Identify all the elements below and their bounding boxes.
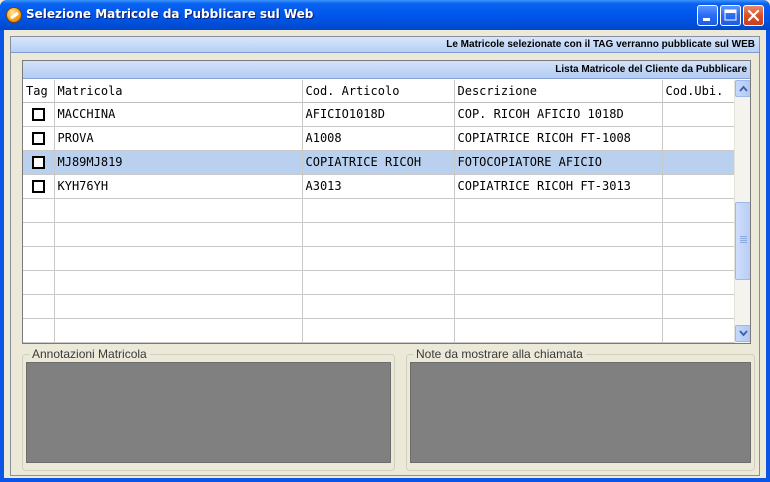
matricola-cell[interactable]: MACCHINA xyxy=(54,102,303,127)
tag-checkbox[interactable] xyxy=(31,132,45,145)
app-icon[interactable] xyxy=(6,7,22,23)
tag-cell[interactable] xyxy=(23,102,55,127)
matricola-cell[interactable]: KYH76YH xyxy=(54,174,303,199)
cod-articolo-cell[interactable]: A3013 xyxy=(302,174,455,199)
matricole-table: Tag Matricola Cod. Articolo Descrizione … xyxy=(23,80,735,343)
empty-row[interactable] xyxy=(23,294,735,319)
descrizione-cell[interactable]: FOTOCOPIATORE AFICIO xyxy=(454,150,663,175)
empty-row[interactable] xyxy=(23,246,735,271)
annotazioni-textarea[interactable] xyxy=(26,362,391,463)
column-header-matricola[interactable]: Matricola xyxy=(54,80,303,103)
empty-row[interactable] xyxy=(23,222,735,247)
cod-articolo-cell[interactable]: COPIATRICE RICOH xyxy=(302,150,455,175)
tag-checkbox[interactable] xyxy=(31,180,45,193)
column-header-tag[interactable]: Tag xyxy=(23,80,55,103)
grid-caption: Lista Matricole del Cliente da Pubblicar… xyxy=(23,61,750,79)
cod-articolo-cell[interactable]: A1008 xyxy=(302,126,455,151)
descrizione-cell[interactable]: COP. RICOH AFICIO 1018D xyxy=(454,102,663,127)
cod-ubi-cell[interactable] xyxy=(662,102,735,127)
vertical-scrollbar[interactable] xyxy=(734,80,750,343)
close-icon xyxy=(747,9,760,22)
column-header-cod-ubi[interactable]: Cod.Ubi. xyxy=(662,80,735,103)
descrizione-cell[interactable]: COPIATRICE RICOH FT-1008 xyxy=(454,126,663,151)
tag-cell[interactable] xyxy=(23,150,55,175)
app-window: Selezione Matricole da Pubblicare sul We… xyxy=(0,0,770,482)
annotazioni-group: Annotazioni Matricola xyxy=(22,347,395,471)
cod-articolo-cell[interactable]: AFICIO1018D xyxy=(302,102,455,127)
chevron-down-icon xyxy=(739,330,748,337)
empty-row[interactable] xyxy=(23,198,735,223)
scroll-thumb[interactable] xyxy=(735,202,750,280)
tag-cell[interactable] xyxy=(23,126,55,151)
matricola-cell[interactable]: PROVA xyxy=(54,126,303,151)
minimize-button[interactable] xyxy=(697,5,718,26)
table-header-row: Tag Matricola Cod. Articolo Descrizione … xyxy=(23,80,735,103)
chevron-up-icon xyxy=(739,85,748,92)
window-title: Selezione Matricole da Pubblicare sul We… xyxy=(26,7,314,21)
tag-cell[interactable] xyxy=(23,174,55,199)
table-row[interactable]: KYH76YH A3013 COPIATRICE RICOH FT-3013 xyxy=(23,174,735,199)
note-chiamata-group: Note da mostrare alla chiamata xyxy=(406,347,755,471)
info-bar: Le Matricole selezionate con il TAG verr… xyxy=(11,37,759,53)
table-row[interactable]: PROVA A1008 COPIATRICE RICOH FT-1008 xyxy=(23,126,735,151)
matricola-cell[interactable]: MJ89MJ819 xyxy=(54,150,303,175)
maximize-icon xyxy=(724,9,737,21)
table-row[interactable]: MACCHINA AFICIO1018D COP. RICOH AFICIO 1… xyxy=(23,102,735,127)
tag-checkbox[interactable] xyxy=(31,108,45,121)
cod-ubi-cell[interactable] xyxy=(662,150,735,175)
descrizione-cell[interactable]: COPIATRICE RICOH FT-3013 xyxy=(454,174,663,199)
empty-row[interactable] xyxy=(23,270,735,295)
matricole-grid: Lista Matricole del Cliente da Pubblicar… xyxy=(22,60,751,344)
maximize-button[interactable] xyxy=(720,5,741,26)
scroll-up-button[interactable] xyxy=(735,80,750,97)
column-header-descrizione[interactable]: Descrizione xyxy=(454,80,663,103)
close-button[interactable] xyxy=(743,5,764,26)
title-bar[interactable]: Selezione Matricole da Pubblicare sul We… xyxy=(0,0,770,30)
scroll-down-button[interactable] xyxy=(735,325,750,342)
minimize-icon xyxy=(703,18,710,21)
main-panel: Le Matricole selezionate con il TAG verr… xyxy=(10,36,760,476)
cod-ubi-cell[interactable] xyxy=(662,126,735,151)
annotazioni-label: Annotazioni Matricola xyxy=(29,347,150,361)
note-chiamata-textarea[interactable] xyxy=(410,362,751,463)
tag-checkbox[interactable] xyxy=(31,156,45,169)
table-row-selected[interactable]: MJ89MJ819 COPIATRICE RICOH FOTOCOPIATORE… xyxy=(23,150,735,175)
cod-ubi-cell[interactable] xyxy=(662,174,735,199)
window-client: Le Matricole selezionate con il TAG verr… xyxy=(4,30,766,478)
empty-row[interactable] xyxy=(23,318,735,343)
note-chiamata-label: Note da mostrare alla chiamata xyxy=(413,347,586,361)
column-header-cod-articolo[interactable]: Cod. Articolo xyxy=(302,80,455,103)
